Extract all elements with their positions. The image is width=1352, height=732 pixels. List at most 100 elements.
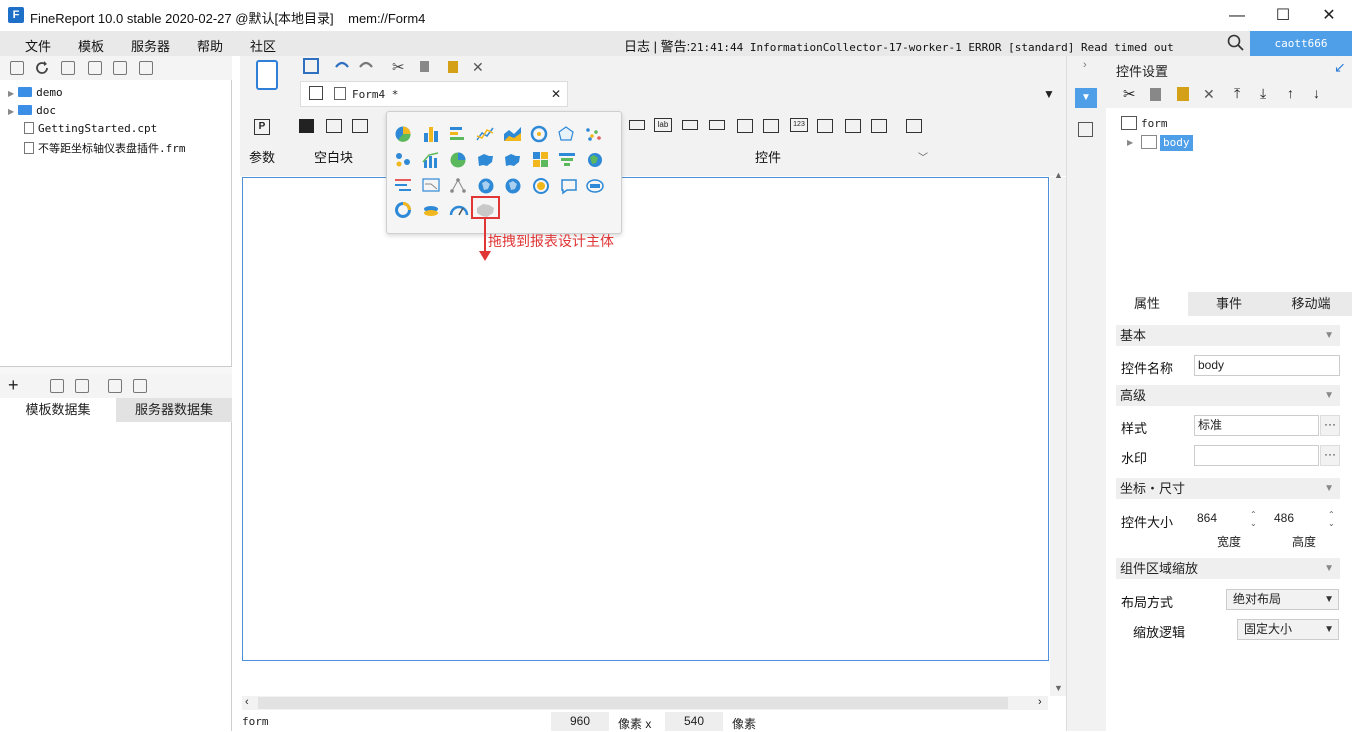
scroll-right-icon[interactable]: › (1038, 696, 1042, 708)
tab-events[interactable]: 事件 (1188, 292, 1270, 316)
blank-block-icon[interactable] (299, 119, 314, 133)
settings-icon[interactable] (88, 61, 102, 75)
tab-form4[interactable]: Form4 * (352, 88, 398, 101)
watermark-input[interactable] (1194, 445, 1319, 466)
move-top-icon[interactable]: ⤒ (1234, 85, 1240, 102)
grid-layout-icon[interactable] (352, 119, 368, 133)
width-stepper-icon[interactable]: ⌃ ⌄ (1250, 510, 1257, 528)
move-up-icon[interactable]: ↑ (1287, 85, 1294, 101)
menu-help[interactable]: 帮助 (197, 36, 223, 55)
warning-text: 21:41:44 InformationCollector-17-worker-… (690, 41, 1174, 54)
delete-dataset-icon[interactable] (75, 379, 89, 393)
maximize-button[interactable]: ☐ (1260, 0, 1306, 31)
tab-server-dataset[interactable]: 服务器数据集 (116, 398, 232, 422)
move-down-icon[interactable]: ↓ (1313, 85, 1320, 101)
menu-server[interactable]: 服务器 (131, 36, 170, 55)
template-icon[interactable] (256, 60, 278, 90)
scatter-chart-icon (586, 128, 601, 141)
watermark-more-button[interactable]: ··· (1320, 445, 1340, 466)
menu-file[interactable]: 文件 (25, 36, 51, 55)
paste-icon[interactable] (1177, 87, 1189, 101)
menu-community[interactable]: 社区 (250, 36, 276, 55)
label-widget-icon[interactable]: lab (654, 118, 672, 132)
delete-widget-icon[interactable]: ✕ (1203, 86, 1215, 103)
cut-icon[interactable]: ✂ (1123, 85, 1136, 103)
layout-select[interactable]: 绝对布局 ▼ (1226, 589, 1339, 610)
tree-node-form[interactable]: form (1141, 117, 1168, 130)
scroll-down-icon[interactable]: ▼ (1054, 683, 1063, 693)
tab-properties[interactable]: 属性 (1106, 292, 1188, 316)
section-advanced[interactable]: 高级 ▼ (1116, 385, 1340, 406)
panel-splitter[interactable] (0, 366, 232, 374)
close-button[interactable]: ✕ (1306, 0, 1352, 31)
widget-name-input[interactable]: body (1194, 355, 1340, 376)
preview-icon[interactable] (108, 379, 122, 393)
height-stepper-icon[interactable]: ⌃ ⌄ (1328, 510, 1335, 528)
canvas-height-field[interactable]: 540 (665, 712, 723, 731)
date-widget-icon[interactable] (763, 119, 779, 133)
collapse-icon[interactable] (139, 61, 153, 75)
style-input[interactable]: 标准 (1194, 415, 1319, 436)
funnel-chart-icon (559, 153, 575, 166)
folder-icon (18, 105, 33, 115)
tree-node-body[interactable]: body (1160, 135, 1193, 151)
combo-widget-icon[interactable] (709, 120, 725, 130)
tree-item-gettingstarted[interactable]: GettingStarted.cpt (24, 122, 157, 135)
textarea-widget-icon[interactable] (817, 119, 833, 133)
tab-mobile[interactable]: 移动端 (1270, 292, 1352, 316)
scroll-left-icon[interactable]: ‹ (245, 696, 249, 708)
radio-group-icon[interactable] (845, 119, 861, 133)
tree-item-frm[interactable]: 不等距坐标轴仪表盘插件.frm (24, 140, 186, 156)
copy-icon[interactable] (1150, 88, 1161, 101)
height-spinner[interactable]: 486 (1271, 509, 1327, 530)
checkbox-group-icon[interactable] (871, 119, 887, 133)
canvas-width-field[interactable]: 960 (551, 712, 609, 731)
section-basic[interactable]: 基本 ▼ (1116, 325, 1340, 346)
delete-icon[interactable] (113, 61, 127, 75)
tree-item-demo[interactable]: ▶ demo (8, 86, 63, 99)
widget-settings-tab-icon[interactable]: ▼ (1075, 88, 1097, 108)
form-canvas[interactable] (242, 177, 1049, 661)
minimize-button[interactable]: — (1214, 0, 1260, 31)
grid-icon[interactable] (309, 86, 323, 100)
edit-icon[interactable] (50, 379, 64, 393)
tab-menu-icon[interactable]: ▼ (1043, 87, 1055, 101)
number-widget-icon[interactable]: 123 (790, 118, 808, 132)
expand-chevron-icon[interactable]: ﹀ (918, 149, 928, 164)
highlighted-chart-icon[interactable] (471, 196, 500, 219)
tree-item-doc[interactable]: ▶ doc (8, 104, 56, 117)
open-file-icon[interactable] (61, 61, 75, 75)
scroll-thumb[interactable] (258, 697, 1008, 709)
width-spinner[interactable]: 864 (1194, 509, 1250, 530)
add-dataset-icon[interactable]: + (8, 376, 19, 394)
log-status[interactable]: 日志 | 警告:21:41:44 InformationCollector-17… (624, 36, 1174, 55)
section-coords[interactable]: 坐标・尺寸 ▼ (1116, 478, 1340, 499)
search-widget-icon[interactable] (906, 119, 922, 133)
new-folder-icon[interactable] (10, 61, 24, 75)
vertical-scrollbar[interactable] (1050, 177, 1066, 696)
list-widget-icon[interactable] (737, 119, 753, 133)
server-dataset-icon[interactable] (133, 379, 147, 393)
line-chart-icon (476, 127, 494, 141)
scale-select[interactable]: 固定大小 ▼ (1237, 619, 1339, 640)
scroll-up-icon[interactable]: ▲ (1054, 170, 1063, 180)
textbox-widget-icon[interactable] (629, 120, 645, 130)
menu-template[interactable]: 模板 (78, 36, 104, 55)
section-zoom[interactable]: 组件区域缩放 ▼ (1116, 558, 1340, 579)
move-bottom-icon[interactable]: ⤓ (1260, 85, 1266, 102)
tab-template-dataset[interactable]: 模板数据集 (0, 398, 116, 422)
split-layout-icon[interactable] (326, 119, 342, 133)
collapse-right-icon[interactable]: › (1083, 59, 1087, 71)
refresh-icon[interactable] (34, 60, 50, 76)
dock-icon[interactable]: ↙ (1334, 59, 1346, 76)
tab-close-icon[interactable]: ✕ (551, 87, 561, 101)
user-account-button[interactable]: caott666 (1250, 31, 1352, 56)
component-tab-icon[interactable] (1078, 122, 1093, 137)
donut-chart-icon (450, 152, 466, 168)
style-more-button[interactable]: ··· (1320, 415, 1340, 436)
search-icon[interactable] (1227, 34, 1245, 52)
expand-icon[interactable]: ▶ (1127, 138, 1133, 147)
parameter-icon[interactable]: P (254, 119, 270, 135)
button-widget-icon[interactable] (682, 120, 698, 130)
log-label[interactable]: 日志 (624, 39, 650, 54)
